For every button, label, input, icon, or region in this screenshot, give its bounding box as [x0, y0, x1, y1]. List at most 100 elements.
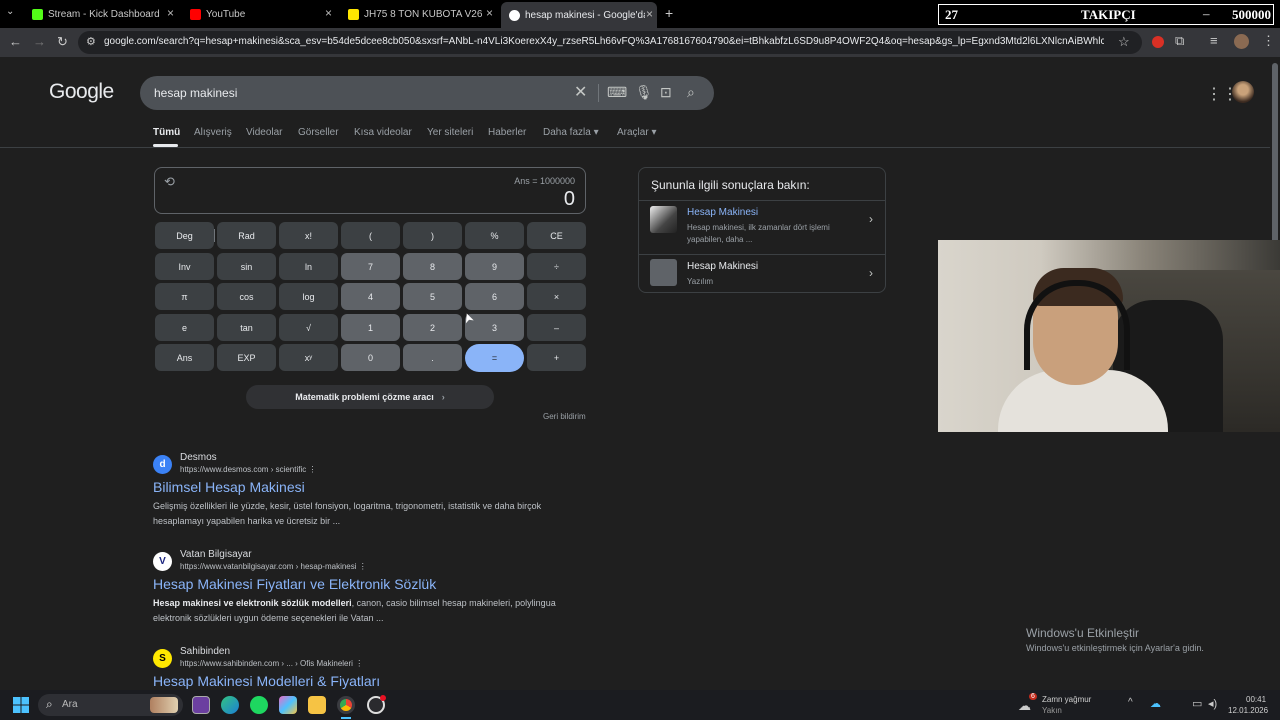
tab-places[interactable]: Yer siteleri	[427, 127, 473, 138]
close-icon[interactable]: ×	[646, 7, 653, 21]
close-icon[interactable]: ×	[486, 6, 493, 20]
tab-all[interactable]: Tümü	[153, 127, 180, 138]
task-view-icon[interactable]	[192, 696, 210, 714]
calc-key-ln[interactable]: ln	[279, 253, 338, 280]
calc-key-rad[interactable]: Rad	[217, 222, 276, 249]
calc-key-digit-2[interactable]: 2	[403, 314, 462, 341]
weather-text[interactable]: Zamn yağmur	[1042, 695, 1091, 704]
edge-icon[interactable]	[221, 696, 239, 714]
result-title-link[interactable]: Hesap Makinesi Modelleri & Fiyatları	[153, 673, 380, 689]
calc-key-digit-9[interactable]: 9	[465, 253, 524, 280]
calc-key-equals[interactable]: =	[465, 344, 524, 372]
history-icon[interactable]: ⟲	[164, 174, 175, 190]
more-options-icon[interactable]: ⋮	[359, 562, 367, 571]
calc-key-multiply[interactable]: ×	[527, 283, 586, 310]
clock-time[interactable]: 00:41	[1246, 695, 1266, 704]
tab-short-videos[interactable]: Kısa videolar	[354, 127, 412, 138]
cloud-tray-icon[interactable]: ☁	[1150, 697, 1161, 710]
network-icon[interactable]: ▭	[1192, 697, 1202, 710]
keyboard-icon[interactable]: ⌨	[607, 84, 627, 101]
spotify-icon[interactable]	[250, 696, 268, 714]
calc-key-open-paren[interactable]: (	[341, 222, 400, 249]
tray-chevron-icon[interactable]: ^	[1128, 697, 1133, 708]
related-item[interactable]: Hesap Makinesi Yazılım ›	[639, 258, 887, 292]
close-icon[interactable]: ×	[325, 6, 332, 20]
calc-key-decimal[interactable]: .	[403, 344, 462, 371]
calc-key-digit-8[interactable]: 8	[403, 253, 462, 280]
calc-key-percent[interactable]: %	[465, 222, 524, 249]
google-logo[interactable]: Google	[49, 80, 114, 104]
bookmark-star-icon[interactable]: ☆	[1118, 34, 1130, 50]
microphone-icon[interactable]: 🎙	[635, 84, 653, 101]
clock-date[interactable]: 12.01.2026	[1228, 706, 1268, 715]
calc-key-sin[interactable]: sin	[217, 253, 276, 280]
volume-icon[interactable]: ◂)	[1208, 697, 1217, 710]
extension-red-icon[interactable]	[1152, 36, 1164, 48]
calc-key-digit-0[interactable]: 0	[341, 344, 400, 371]
calc-key-euler[interactable]: e	[155, 314, 214, 341]
back-icon[interactable]: ←	[9, 34, 22, 49]
tab-youtube[interactable]: YouTube ×	[184, 4, 336, 24]
more-options-icon[interactable]: ⋮	[309, 465, 317, 474]
tab-more[interactable]: Daha fazla ▾	[543, 127, 599, 138]
reload-icon[interactable]: ↻	[57, 34, 68, 50]
close-icon[interactable]: ×	[167, 6, 174, 20]
search-icon[interactable]: ⌕	[687, 84, 695, 101]
tab-videos[interactable]: Videolar	[246, 127, 283, 138]
calc-key-digit-4[interactable]: 4	[341, 283, 400, 310]
result-title-link[interactable]: Hesap Makinesi Fiyatları ve Elektronik S…	[153, 576, 436, 592]
taskbar-search[interactable]: ⌕ Ara	[38, 694, 183, 716]
tab-images[interactable]: Görseller	[298, 127, 339, 138]
reading-list-icon[interactable]: ≡	[1210, 33, 1218, 48]
tab-tools[interactable]: Araçlar ▾	[617, 127, 657, 138]
calc-key-deg[interactable]: Deg	[155, 222, 214, 249]
tab-list-chevron-icon[interactable]: ⌄	[6, 6, 14, 17]
calc-key-exp[interactable]: EXP	[217, 344, 276, 371]
calc-key-digit-6[interactable]: 6	[465, 283, 524, 310]
calc-key-factorial[interactable]: x!	[279, 222, 338, 249]
calc-key-cos[interactable]: cos	[217, 283, 276, 310]
lens-camera-icon[interactable]: ⊡	[660, 84, 672, 101]
profile-avatar[interactable]	[1234, 34, 1249, 49]
search-input[interactable]: hesap makinesi	[154, 86, 237, 100]
calc-key-inverse[interactable]: Inv	[155, 253, 214, 280]
tab-shopping[interactable]: Alışveriş	[194, 127, 232, 138]
site-info-icon[interactable]: ⚙	[86, 35, 96, 48]
windows-start-icon[interactable]	[13, 697, 29, 713]
google-account-avatar[interactable]	[1232, 81, 1254, 103]
calc-key-minus[interactable]: –	[527, 314, 586, 341]
related-item[interactable]: Hesap Makinesi Hesap makinesi, ilk zaman…	[639, 204, 887, 254]
tab-news[interactable]: Haberler	[488, 127, 526, 138]
calc-key-plus[interactable]: +	[527, 344, 586, 371]
result-title-link[interactable]: Bilimsel Hesap Makinesi	[153, 479, 305, 495]
feedback-link[interactable]: Geri bildirim	[543, 412, 586, 421]
tab-kick[interactable]: Stream - Kick Dashboard ×	[26, 4, 178, 24]
menu-dots-icon[interactable]: ⋮	[1262, 33, 1275, 49]
file-explorer-icon[interactable]	[308, 696, 326, 714]
calc-key-divide[interactable]: ÷	[527, 253, 586, 280]
more-options-icon[interactable]: ⋮	[355, 659, 363, 668]
calc-key-close-paren[interactable]: )	[403, 222, 462, 249]
address-bar[interactable]: ⚙ google.com/search?q=hesap+makinesi&sca…	[78, 31, 1142, 54]
extensions-puzzle-icon[interactable]: ⧉	[1175, 33, 1184, 49]
calc-key-digit-1[interactable]: 1	[341, 314, 400, 341]
math-solver-button[interactable]: Matematik problemi çözme aracı ›	[246, 385, 494, 409]
forward-icon[interactable]: →	[33, 34, 46, 49]
calc-key-answer[interactable]: Ans	[155, 344, 214, 371]
weather-icon[interactable]: ☁	[1018, 698, 1031, 714]
calc-key-clear-entry[interactable]: CE	[527, 222, 586, 249]
calc-key-pi[interactable]: π	[155, 283, 214, 310]
clear-icon[interactable]: ✕	[574, 82, 587, 102]
search-box[interactable]: hesap makinesi ✕ ⌨ 🎙 ⊡ ⌕	[140, 76, 714, 110]
calc-key-tan[interactable]: tan	[217, 314, 276, 341]
calc-key-log[interactable]: log	[279, 283, 338, 310]
tab-jh75[interactable]: JH75 8 TON KUBOTA V2607 Ek ×	[342, 4, 497, 24]
calc-key-power[interactable]: xʸ	[279, 344, 338, 371]
copilot-icon[interactable]	[279, 696, 297, 714]
calc-key-sqrt[interactable]: √	[279, 314, 338, 341]
tab-google[interactable]: hesap makinesi - Google'da Ara ×	[501, 2, 657, 28]
calc-key-digit-7[interactable]: 7	[341, 253, 400, 280]
new-tab-icon[interactable]: +	[665, 5, 673, 21]
chrome-icon[interactable]	[337, 696, 355, 714]
calc-key-digit-5[interactable]: 5	[403, 283, 462, 310]
